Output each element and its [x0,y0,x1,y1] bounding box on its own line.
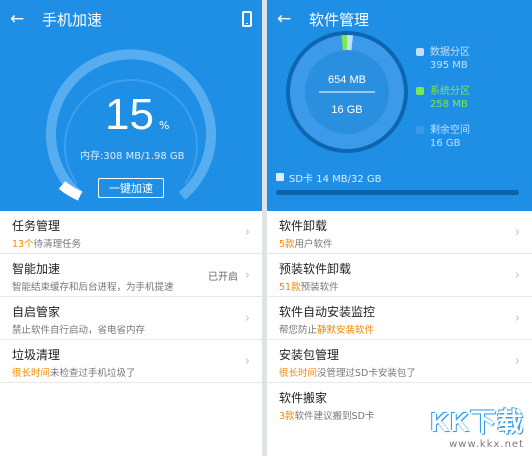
subtitle-text: 禁止软件自行启动，省电省内存 [12,325,146,336]
item-subtitle: 很长时间没管理过SD卡安装包了 [279,365,416,379]
item-title: 软件自动安装监控 [279,305,376,319]
sd-card-usage: SD卡 14 MB/32 GB [289,174,382,185]
item-subtitle: 禁止软件自行启动，省电省内存 [12,322,145,336]
highlight-text: 3款 [279,411,295,422]
legend-name: 系统分区 [430,86,470,97]
phone-boost-screen: ← 手机加速 15 % 内存:308 MB/1.98 GB 一键加速 任务管理 … [0,0,262,456]
list-item-startup-manager[interactable]: 自启管家 禁止软件自行启动，省电省内存 › [0,297,262,340]
chevron-right-icon: › [244,268,250,283]
item-subtitle: 51款预装软件 [279,279,339,293]
highlight-text: 5款 [279,239,295,250]
legend-value: 258 MB [430,99,468,110]
item-title: 智能加速 [12,262,61,276]
list-item-install-monitor[interactable]: 软件自动安装监控 帮您防止静默安装软件 › [267,297,532,340]
item-title: 自启管家 [12,305,61,319]
legend-value: 395 MB [430,60,468,71]
chevron-right-icon: › [514,225,520,240]
item-subtitle: 智能结束缓存和后台进程，为手机提速 [12,279,174,293]
chevron-right-icon: › [514,354,520,369]
item-subtitle: 3款软件建议搬到SD卡 [279,408,374,422]
list-item-task-manager[interactable]: 任务管理 13个待清理任务 › [0,211,262,254]
chevron-right-icon: › [244,311,250,326]
legend-value: 16 GB [430,138,461,149]
highlight-text: 13个 [12,239,34,250]
legend-swatch [416,87,424,95]
legend-swatch [416,48,424,56]
memory-percent: 15 [105,90,154,139]
item-title: 安装包管理 [279,348,340,362]
chevron-right-icon: › [244,354,250,369]
legend-free-space: 剩余空间 16 GB [416,124,470,150]
subtitle-text: 帮您防止 [279,325,318,336]
list-item-junk-clean[interactable]: 垃圾清理 很长时间未检查过手机垃圾了 › [0,340,262,383]
donut-used-label: 654 MB [328,74,366,86]
legend-name: 数据分区 [430,47,470,58]
watermark-url: www.kkx.net [449,439,524,450]
highlight-text: 很长时间 [12,368,51,379]
legend-swatch [416,126,424,134]
status-label: 已开启 [208,272,238,283]
subtitle-text: 待清理任务 [33,239,82,250]
watermark-logo: KK下载 [430,407,524,437]
sd-card-icon [276,173,284,181]
gauge-fill [58,181,83,201]
chevron-right-icon: › [514,268,520,283]
one-click-boost-button[interactable]: 一键加速 [98,178,164,198]
donut-total-label: 16 GB [331,104,362,116]
item-title: 软件搬家 [279,391,328,405]
list-item-uninstall[interactable]: 软件卸载 5款用户软件 › [267,211,532,254]
chevron-right-icon: › [514,311,520,326]
software-manager-screen: ← 软件管理 654 MB 16 GB 数据分区 395 MB 系统分区 258… [267,0,532,456]
subtitle-text: 预装软件 [300,282,339,293]
highlight-text: 静默安装软件 [317,325,375,336]
memory-usage: 内存:308 MB/1.98 GB [80,151,185,162]
list-item-smart-boost[interactable]: 智能加速 智能结束缓存和后台进程，为手机提速 已开启 › [0,254,262,297]
subtitle-text: 智能结束缓存和后台进程，为手机提速 [12,282,174,293]
site-watermark: KK下载 www.kkx.net [430,402,524,450]
chevron-right-icon: › [244,225,250,240]
item-title: 预装软件卸载 [279,262,352,276]
legend-system-partition: 系统分区 258 MB [416,85,470,111]
item-title: 软件卸载 [279,219,328,233]
storage-header: ← 软件管理 654 MB 16 GB 数据分区 395 MB 系统分区 258… [267,0,532,211]
subtitle-text: 软件建议搬到SD卡 [294,411,375,422]
highlight-text: 51款 [279,282,301,293]
legend-data-partition: 数据分区 395 MB [416,46,470,72]
item-subtitle: 13个待清理任务 [12,236,81,250]
sd-card-progress-bar [276,190,519,195]
highlight-text: 很长时间 [279,368,318,379]
boost-header: ← 手机加速 15 % 内存:308 MB/1.98 GB 一键加速 [0,0,262,211]
subtitle-text: 没管理过SD卡安装包了 [317,368,416,379]
legend-name: 剩余空间 [430,125,470,136]
list-item-apk-manager[interactable]: 安装包管理 很长时间没管理过SD卡安装包了 › [267,340,532,383]
item-title: 垃圾清理 [12,348,61,362]
item-subtitle: 5款用户软件 [279,236,333,250]
subtitle-text: 用户软件 [294,239,333,250]
item-title: 任务管理 [12,219,61,233]
list-item-preinstalled-uninstall[interactable]: 预装软件卸载 51款预装软件 › [267,254,532,297]
percent-sign: % [159,119,170,132]
item-subtitle: 很长时间未检查过手机垃圾了 [12,365,136,379]
item-subtitle: 帮您防止静默安装软件 [279,322,374,336]
subtitle-text: 未检查过手机垃圾了 [50,368,136,379]
